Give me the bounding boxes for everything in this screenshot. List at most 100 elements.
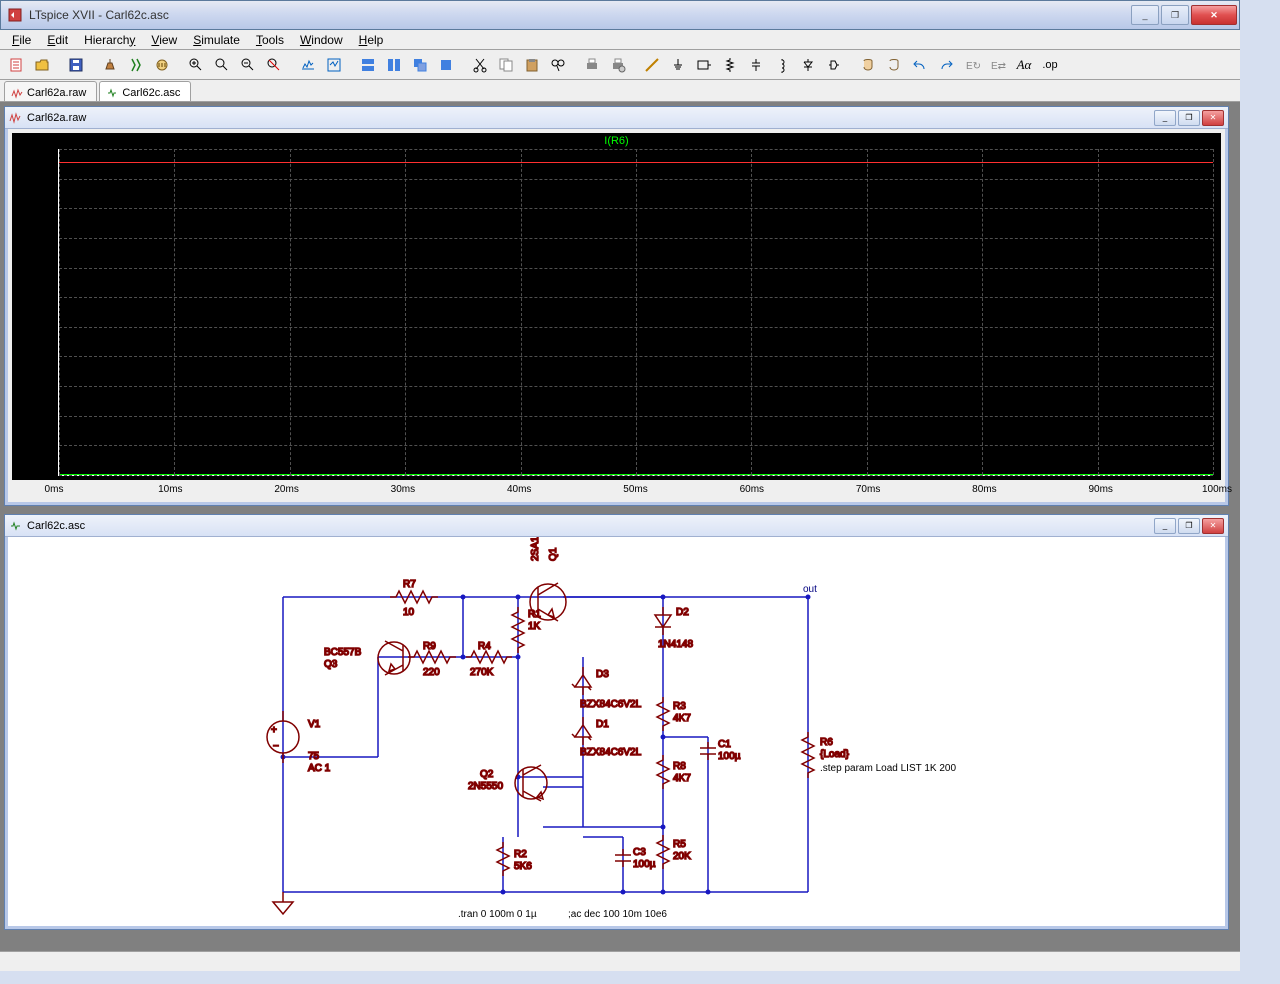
svg-text:Q3: Q3 (324, 659, 338, 670)
close-all-button[interactable] (434, 53, 458, 77)
component-r7[interactable]: R7 10 (390, 579, 438, 618)
y-tick-label: 42mA (29, 292, 55, 303)
draw-wire-button[interactable] (640, 53, 664, 77)
component-q3[interactable]: BC557B Q3 (324, 641, 410, 675)
drag-button[interactable] (882, 53, 906, 77)
spice-directive-step[interactable]: .step param Load LIST 1K 200 (820, 763, 956, 774)
y-tick-label: 30mA (29, 410, 55, 421)
plot-x-axis[interactable]: 0ms10ms20ms30ms40ms50ms60ms70ms80ms90ms1… (54, 482, 1217, 498)
autorange-button[interactable] (296, 53, 320, 77)
setup-button[interactable] (322, 53, 346, 77)
child-maximize-button[interactable]: ❐ (1178, 518, 1200, 534)
child-minimize-button[interactable]: _ (1154, 110, 1176, 126)
zoom-in-button[interactable] (184, 53, 208, 77)
component-v1[interactable]: V1 75 AC 1 + − (267, 711, 331, 774)
label-net-button[interactable] (692, 53, 716, 77)
ground-button[interactable] (666, 53, 690, 77)
zoom-fit-button[interactable] (262, 53, 286, 77)
ground-symbol[interactable] (273, 892, 293, 914)
component-r9[interactable]: R9 220 (408, 641, 456, 678)
print-setup-button[interactable] (606, 53, 630, 77)
component-r1[interactable]: R1 1K (512, 607, 541, 653)
inductor-button[interactable] (770, 53, 794, 77)
window-minimize-button[interactable]: _ (1131, 5, 1159, 25)
spice-directive-ac[interactable]: ;ac dec 100 10m 10e6 (568, 909, 667, 920)
save-button[interactable] (64, 53, 88, 77)
component-r8[interactable]: R8 4K7 (657, 755, 691, 789)
y-tick-label: 39mA (29, 321, 55, 332)
y-tick-label: 48mA (29, 232, 55, 243)
status-bar (0, 951, 1240, 971)
tab-asc[interactable]: Carl62c.asc (99, 81, 191, 101)
component-r5[interactable]: R5 20K (657, 835, 691, 869)
plot-pane[interactable]: I(R6) 24mA27mA30mA33mA36mA39mA42mA45mA48… (8, 129, 1225, 502)
svg-text:1N4148: 1N4148 (658, 639, 693, 650)
plot-canvas[interactable]: I(R6) 24mA27mA30mA33mA36mA39mA42mA45mA48… (12, 133, 1221, 480)
child-minimize-button[interactable]: _ (1154, 518, 1176, 534)
window-maximize-button[interactable]: ❐ (1161, 5, 1189, 25)
run-button[interactable] (124, 53, 148, 77)
menu-file[interactable]: Filedocument.currentScript.previousSibli… (4, 31, 39, 49)
redo-button[interactable] (934, 53, 958, 77)
cascade-button[interactable] (408, 53, 432, 77)
move-button[interactable] (856, 53, 880, 77)
zoom-out-button[interactable] (236, 53, 260, 77)
component-r4[interactable]: R4 270K (466, 641, 512, 678)
svg-text:R2: R2 (514, 849, 527, 860)
cut-button[interactable] (468, 53, 492, 77)
diode-button[interactable] (796, 53, 820, 77)
pan-button[interactable] (210, 53, 234, 77)
component-r3[interactable]: R3 4K7 (657, 697, 691, 731)
menu-tools[interactable]: Tools (248, 31, 292, 49)
child-close-button[interactable] (1202, 518, 1224, 534)
menu-edit[interactable]: Edit (39, 31, 76, 49)
paste-button[interactable] (520, 53, 544, 77)
component-r2[interactable]: R2 5K6 (497, 842, 532, 876)
text-button[interactable]: Aα (1012, 53, 1036, 77)
svg-text:R3: R3 (673, 701, 686, 712)
copy-button[interactable] (494, 53, 518, 77)
x-tick-label: 100ms (1202, 484, 1232, 495)
component-c1[interactable]: C1 100µ (700, 739, 741, 762)
net-label-out[interactable]: out (803, 584, 817, 595)
plot-window-titlebar[interactable]: Carl62a.raw _ ❐ (5, 107, 1228, 129)
plot-trace-label[interactable]: I(R6) (12, 135, 1221, 147)
new-schematic-button[interactable] (4, 53, 28, 77)
component-c3[interactable]: C3 100µ (615, 847, 656, 870)
tab-raw[interactable]: Carl62a.raw (4, 81, 97, 101)
schematic-canvas[interactable]: V1 75 AC 1 + − R7 10 (8, 537, 1225, 926)
spice-directive-tran[interactable]: .tran 0 100m 0 1µ (458, 909, 537, 920)
capacitor-button[interactable] (744, 53, 768, 77)
svg-text:270K: 270K (470, 667, 494, 678)
undo-button[interactable] (908, 53, 932, 77)
menu-help[interactable]: Help (351, 31, 392, 49)
menu-bar: Filedocument.currentScript.previousSibli… (0, 30, 1240, 50)
print-button[interactable] (580, 53, 604, 77)
tile-h-button[interactable] (356, 53, 380, 77)
control-panel-button[interactable] (98, 53, 122, 77)
schematic-window-title: Carl62c.asc (27, 520, 1152, 532)
halt-button[interactable] (150, 53, 174, 77)
x-tick-label: 80ms (972, 484, 996, 495)
component-d3[interactable]: D3 BZX84C6V2L (572, 667, 642, 710)
menu-hierarchy[interactable]: Hierarchy (76, 31, 143, 49)
component-d1[interactable]: D1 BZX84C6V2L (572, 717, 642, 758)
tile-v-button[interactable] (382, 53, 406, 77)
y-tick-label: 51mA (29, 203, 55, 214)
component-d2[interactable]: D2 1N4148 (655, 607, 693, 650)
child-maximize-button[interactable]: ❐ (1178, 110, 1200, 126)
menu-view[interactable]: View (143, 31, 185, 49)
component-q2[interactable]: Q2 2N5550 (468, 765, 547, 801)
find-button[interactable] (546, 53, 570, 77)
mirror-button[interactable]: E⇄ (986, 53, 1010, 77)
spice-directive-button[interactable]: .op (1038, 53, 1062, 77)
menu-window[interactable]: Window (292, 31, 351, 49)
menu-simulate[interactable]: Simulate (185, 31, 248, 49)
child-close-button[interactable] (1202, 110, 1224, 126)
rotate-button[interactable]: E↻ (960, 53, 984, 77)
resistor-button[interactable] (718, 53, 742, 77)
schematic-window-titlebar[interactable]: Carl62c.asc _ ❐ (5, 515, 1228, 537)
window-close-button[interactable] (1191, 5, 1237, 25)
component-button[interactable] (822, 53, 846, 77)
open-button[interactable] (30, 53, 54, 77)
